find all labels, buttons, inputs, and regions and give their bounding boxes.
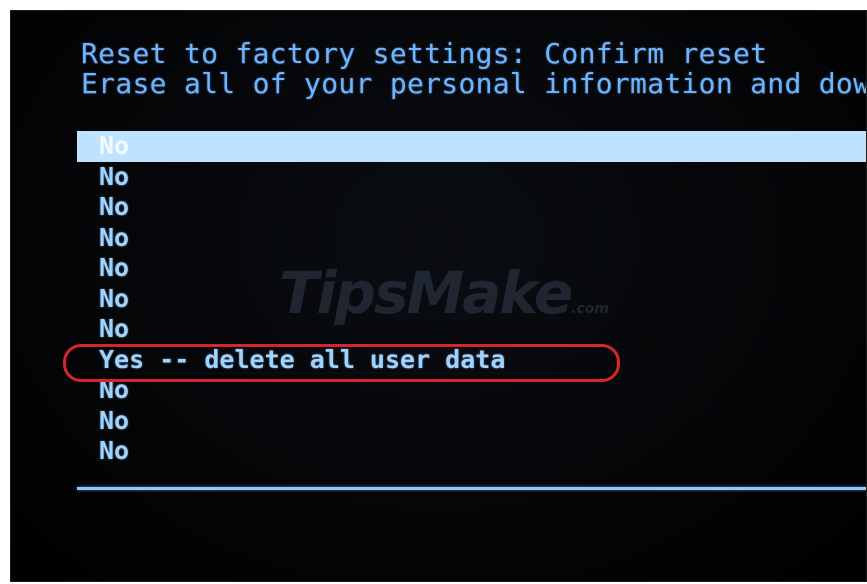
header-description: Erase all of your personal information a… (81, 67, 867, 100)
header-title: Reset to factory settings: Confirm reset (81, 37, 768, 70)
menu-item-yes-delete-all-user-data[interactable]: Yes -- delete all user data (77, 345, 866, 376)
watermark-suffix: .com (571, 301, 610, 317)
menu-item-no[interactable]: No (77, 192, 866, 223)
menu-item-no[interactable]: No (77, 162, 866, 193)
watermark-logo: TipsMake.com (279, 259, 609, 327)
menu-item-no[interactable]: No (77, 436, 866, 467)
menu-item-no[interactable]: No (77, 406, 866, 437)
menu-item-no[interactable]: No (77, 375, 866, 406)
recovery-screen: Reset to factory settings: Confirm reset… (10, 10, 867, 582)
recovery-header: Reset to factory settings: Confirm reset… (81, 37, 867, 100)
menu-item-no[interactable]: No (77, 223, 866, 254)
menu-divider (77, 487, 866, 490)
menu-item-no[interactable]: No (77, 131, 866, 162)
watermark-text: TipsMake (279, 259, 573, 327)
